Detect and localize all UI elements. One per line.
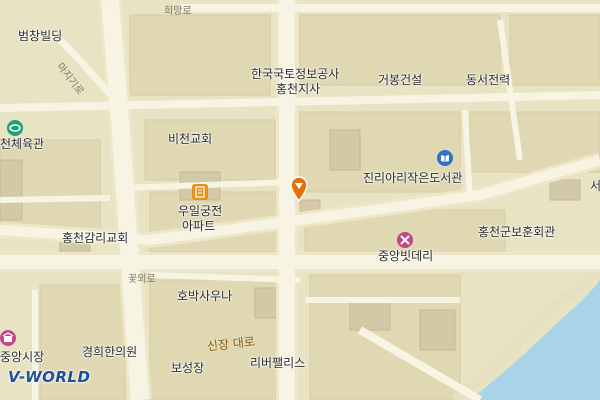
label-hobak-sauna[interactable]: 호박사우나 xyxy=(177,290,232,302)
label-lx-line1[interactable]: 한국국토정보공사 xyxy=(251,68,339,80)
label-uil-apt-line2[interactable]: 아파트 xyxy=(182,220,215,232)
label-uil-apt-line1[interactable]: 우일궁전 xyxy=(178,205,222,217)
label-beomchang[interactable]: 범창빌딩 xyxy=(18,30,62,42)
label-market[interactable]: 중앙시장 xyxy=(0,351,44,363)
label-veterans-hall[interactable]: 홍천군보훈회관 xyxy=(478,226,555,238)
building-icon[interactable] xyxy=(192,184,208,200)
label-jinri-library[interactable]: 진리아리작은도서관 xyxy=(363,172,462,184)
label-gymnasium[interactable]: 천체육관 xyxy=(0,138,44,150)
map-canvas[interactable]: 희망로 마지기로 꽃뫼로 신장 대로 범창빌딩 한국국토정보공사 홍천지사 거봉… xyxy=(0,0,600,400)
label-gyeonghui-clinic[interactable]: 경희한의원 xyxy=(82,346,137,358)
label-geobong[interactable]: 거봉건설 xyxy=(378,74,422,86)
label-hongcheon-church[interactable]: 홍천감리교회 xyxy=(62,232,128,244)
vworld-logo: V-WORLD xyxy=(8,368,91,386)
road-label-top: 희망로 xyxy=(164,6,192,17)
stadium-icon[interactable] xyxy=(7,120,23,136)
label-dongseo[interactable]: 동서전력 xyxy=(466,74,510,86)
label-riverpalace[interactable]: 리버팰리스 xyxy=(250,357,305,369)
tools-icon[interactable] xyxy=(397,232,413,248)
label-edge: 서 xyxy=(590,179,600,193)
label-boseong[interactable]: 보성장 xyxy=(171,362,204,374)
label-lx-line2[interactable]: 홍천지사 xyxy=(276,83,320,95)
market-icon[interactable] xyxy=(0,330,16,346)
location-pin-icon[interactable] xyxy=(289,176,309,203)
road-label-mid: 꽃뫼로 xyxy=(128,274,156,285)
book-icon[interactable] xyxy=(437,150,453,166)
label-bicheon-church[interactable]: 비천교회 xyxy=(168,133,212,145)
label-jungang-bakery[interactable]: 중앙빗데리 xyxy=(378,250,433,262)
